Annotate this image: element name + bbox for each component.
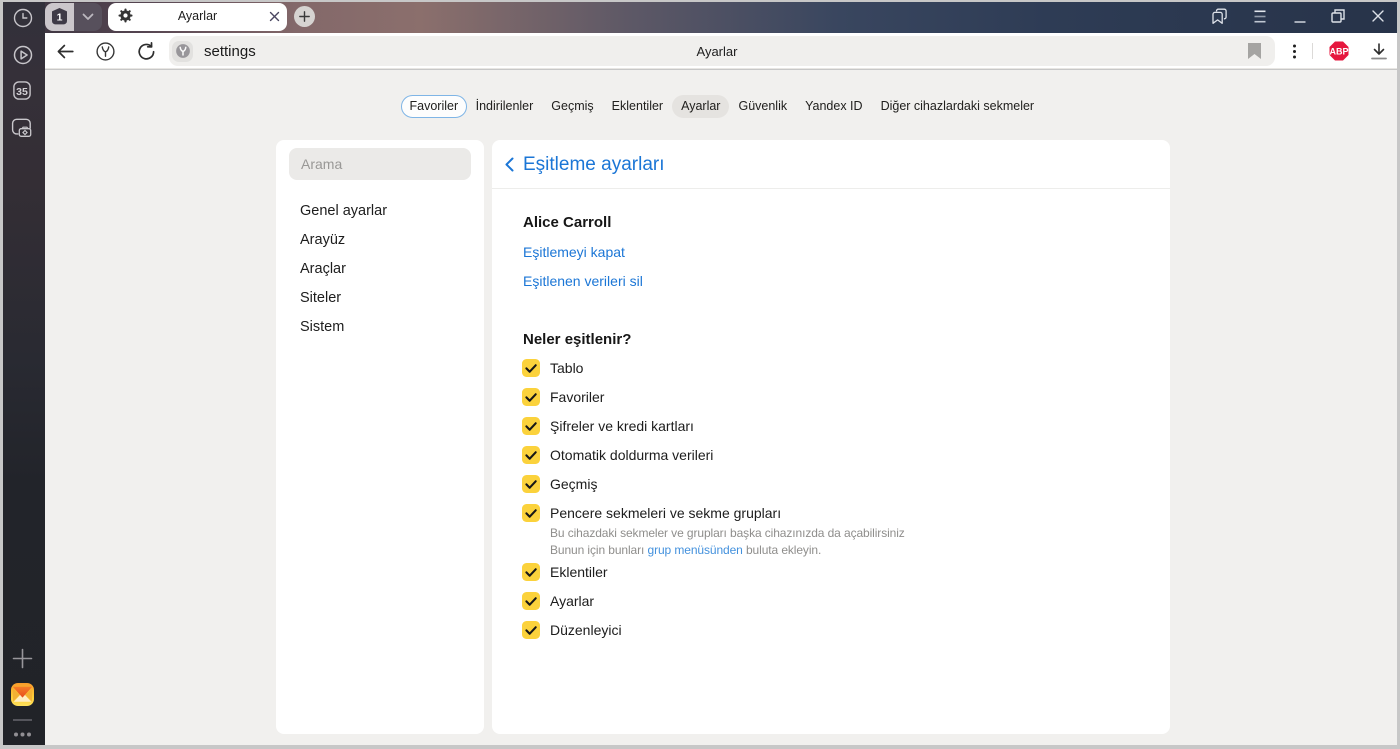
svg-text:1: 1 bbox=[57, 11, 63, 23]
svg-text:35: 35 bbox=[16, 86, 28, 98]
svg-text:ABP: ABP bbox=[1329, 47, 1348, 57]
